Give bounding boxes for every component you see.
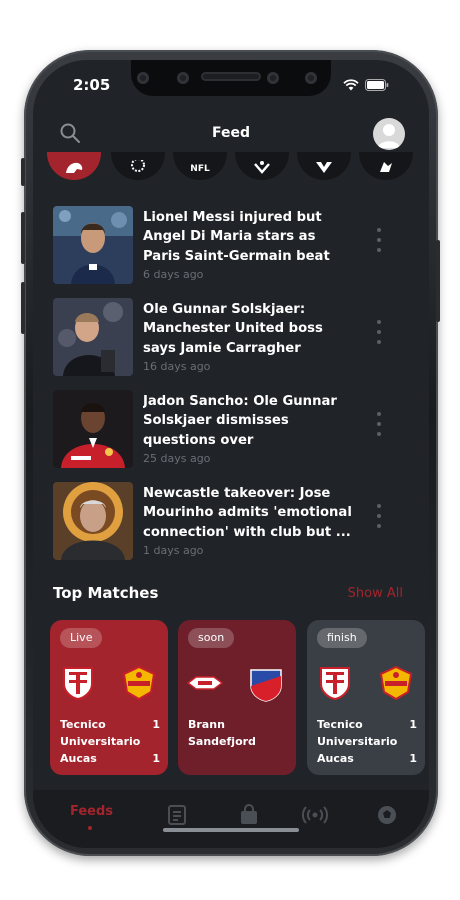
- category-premier-league[interactable]: [47, 152, 101, 180]
- news-item[interactable]: Ole Gunnar Solskjaer: Manchester United …: [53, 298, 413, 376]
- news-time: 25 days ago: [143, 452, 211, 465]
- brann-logo-icon: [186, 676, 224, 690]
- mute-switch: [21, 158, 25, 186]
- more-options-icon[interactable]: [375, 412, 383, 436]
- team-row: Aucas 1: [60, 750, 160, 767]
- category-nfl[interactable]: NFL: [173, 152, 227, 180]
- category-strip: NFL: [33, 152, 429, 188]
- news-time: 16 days ago: [143, 360, 211, 373]
- home-indicator: [163, 828, 299, 832]
- match-status-badge: finish: [317, 628, 367, 648]
- home-score: 1: [409, 718, 417, 731]
- news-item[interactable]: Lionel Messi injured but Angel Di Maria …: [53, 206, 413, 284]
- news-item[interactable]: Jadon Sancho: Ole Gunnar Solskjaer dismi…: [53, 390, 413, 468]
- news-time: 1 days ago: [143, 544, 204, 557]
- tab-bar: Feeds: [33, 790, 429, 848]
- live-signal-icon[interactable]: [295, 806, 335, 824]
- volume-up-button: [21, 212, 25, 264]
- champions-league-icon: [254, 161, 270, 174]
- avatar[interactable]: [373, 118, 405, 150]
- wifi-icon: [343, 79, 359, 91]
- laliga-icon: [131, 160, 145, 172]
- news-thumbnail: [53, 206, 133, 284]
- team-row: Aucas 1: [317, 750, 417, 767]
- news-title: Ole Gunnar Solskjaer: Manchester United …: [143, 302, 323, 356]
- tecnico-universitario-logo-icon: [320, 667, 350, 700]
- news-thumbnail: [53, 482, 133, 560]
- match-teams: Tecnico Universitario 1 Aucas 1: [60, 716, 160, 767]
- notch: [131, 60, 331, 96]
- more-options-icon[interactable]: [375, 228, 383, 252]
- category-champions-league[interactable]: [235, 152, 289, 180]
- news-icon[interactable]: [157, 804, 197, 826]
- news-title: Jadon Sancho: Ole Gunnar Solskjaer dismi…: [143, 394, 337, 448]
- aucas-logo-icon: [379, 666, 413, 700]
- category-mls[interactable]: [297, 152, 351, 180]
- tecnico-universitario-logo-icon: [63, 667, 93, 700]
- status-icons: [343, 79, 389, 91]
- more-options-icon[interactable]: [375, 504, 383, 528]
- home-team-name: Tecnico Universitario: [317, 718, 398, 748]
- match-teams: Tecnico Universitario 1 Aucas 1: [317, 716, 417, 767]
- team-row: Tecnico Universitario 1: [60, 716, 160, 750]
- premier-league-icon: [66, 162, 83, 173]
- status-time: 2:05: [73, 76, 111, 94]
- away-team-name: Sandefjord: [188, 735, 256, 748]
- more-options-icon[interactable]: [375, 320, 383, 344]
- away-score: 1: [152, 752, 160, 765]
- home-score: 1: [152, 718, 160, 731]
- team-row: Tecnico Universitario 1: [317, 716, 417, 750]
- sandefjord-logo-icon: [250, 669, 282, 702]
- mls-icon: [316, 162, 332, 173]
- active-tab-indicator: [88, 826, 92, 830]
- category-laliga[interactable]: [111, 152, 165, 180]
- home-team-name: Tecnico Universitario: [60, 718, 141, 748]
- team-row: Sandefjord: [188, 733, 288, 750]
- bundesliga-icon: [380, 162, 392, 172]
- top-matches-title: Top Matches: [53, 584, 159, 602]
- page-title: Feed: [211, 125, 250, 141]
- match-card[interactable]: Live Tecnico Universitario 1 Aucas 1: [50, 620, 168, 775]
- home-team-name: Brann: [188, 718, 225, 731]
- category-bundesliga[interactable]: [359, 152, 413, 180]
- screen: 2:05 Feed NFL Lionel Messi injured but A…: [33, 60, 429, 848]
- proximity-sensor-icon: [305, 72, 317, 84]
- away-score: 1: [409, 752, 417, 765]
- camera-icon: [137, 72, 149, 84]
- news-item[interactable]: Newcastle takeover: Jose Mourinho admits…: [53, 482, 413, 560]
- team-row: Brann: [188, 716, 288, 733]
- aucas-logo-icon: [122, 666, 156, 700]
- news-title: Newcastle takeover: Jose Mourinho admits…: [143, 486, 352, 540]
- user-icon: [378, 124, 400, 148]
- speaker-grille: [201, 72, 261, 81]
- nfl-label: NFL: [190, 164, 210, 174]
- bag-icon[interactable]: [229, 804, 269, 826]
- front-camera-icon: [267, 72, 279, 84]
- news-thumbnail: [53, 298, 133, 376]
- away-team-name: Aucas: [60, 752, 97, 765]
- top-bar: Feed: [33, 114, 429, 154]
- away-team-name: Aucas: [317, 752, 354, 765]
- power-button: [436, 240, 440, 322]
- tab-feeds[interactable]: Feeds: [70, 804, 113, 819]
- volume-down-button: [21, 282, 25, 334]
- news-time: 6 days ago: [143, 268, 204, 281]
- show-all-link[interactable]: Show All: [348, 586, 403, 601]
- match-card[interactable]: finish Tecnico Universitario 1 Aucas 1: [307, 620, 425, 775]
- match-status-badge: Live: [60, 628, 103, 648]
- match-card[interactable]: soon Brann Sandefjord: [178, 620, 296, 775]
- match-status-badge: soon: [188, 628, 235, 648]
- battery-icon: [365, 79, 389, 91]
- football-icon[interactable]: [367, 804, 407, 826]
- sensor-icon: [177, 72, 189, 84]
- match-teams: Brann Sandefjord: [188, 716, 288, 750]
- news-thumbnail: [53, 390, 133, 468]
- news-title: Lionel Messi injured but Angel Di Maria …: [143, 210, 330, 264]
